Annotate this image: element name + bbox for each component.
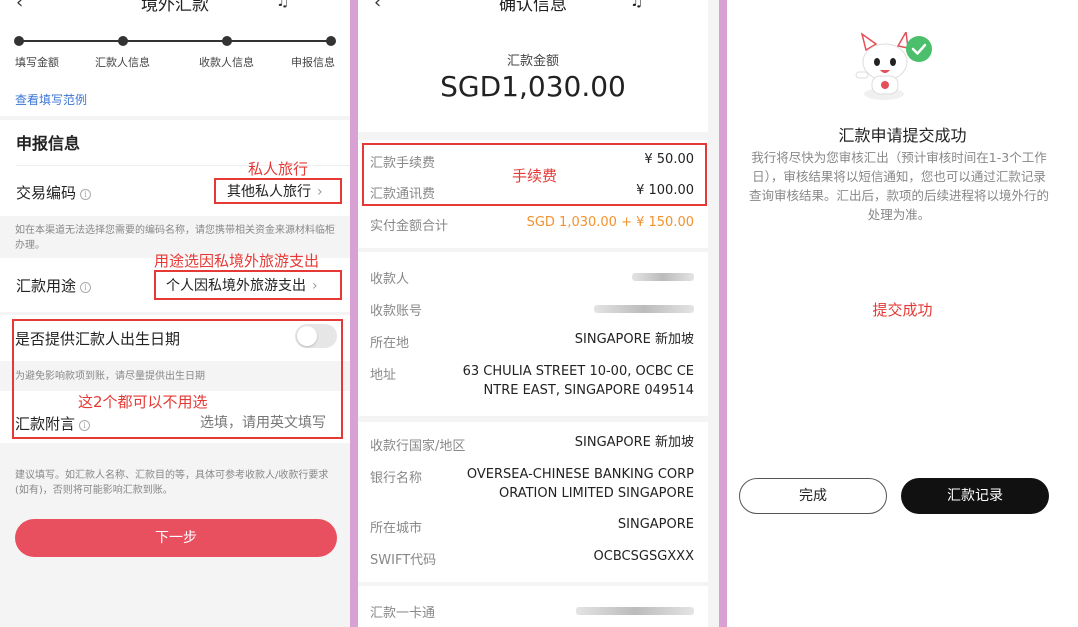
example-bar: 查看填写范例 xyxy=(0,86,350,116)
remark-input[interactable]: 选填，请用英文填写 xyxy=(200,412,326,432)
account-label: 收款账号 xyxy=(370,304,423,319)
bank-country-label: 收款行国家/地区 xyxy=(370,439,466,454)
trade-code-value: 其他私人旅行 xyxy=(227,184,311,200)
more-icon[interactable]: ··· xyxy=(668,0,685,9)
next-button[interactable]: 下一步 xyxy=(15,519,337,557)
progress-steps: 填写金额 汇款人信息 收款人信息 申报信息 xyxy=(0,16,350,86)
info-icon[interactable]: i xyxy=(80,189,92,200)
confirm-screen: ‹ 确认信息 ♫ ··· 汇款金额 SGD1,030.00 汇款手续费 ¥ 50… xyxy=(358,0,719,627)
card-number-card: 汇款一卡通 xyxy=(358,586,708,627)
trade-code-label: 交易编码 i xyxy=(16,182,92,203)
amount-label: 汇款金额 xyxy=(506,54,559,69)
birthdate-hint: 为避免影响款项到账，请尽量提供出生日期 xyxy=(15,371,205,382)
birthdate-toggle[interactable] xyxy=(295,324,337,348)
separator xyxy=(350,0,358,627)
page-title: 确认信息 xyxy=(499,0,567,15)
annotation-purpose: 用途选因私境外旅游支出 xyxy=(154,252,320,270)
more-icon[interactable]: ··· xyxy=(314,0,334,9)
step-label: 申报信息 xyxy=(291,56,335,69)
trade-hint: 如在本渠道无法选择您需要的编码名称，请您携带相关资金来源材料临柜办理。 xyxy=(15,225,335,251)
annotation-private-travel: 私人旅行 xyxy=(248,160,309,178)
city-value: SINGAPORE xyxy=(617,517,694,532)
total-label: 实付金额合计 xyxy=(370,219,449,234)
address-line2: NTRE EAST, SINGAPORE 049514 xyxy=(483,383,694,398)
bank-card: 收款行国家/地区 SINGAPORE 新加坡 银行名称 OVERSEA-CHIN… xyxy=(358,422,708,582)
chevron-right-icon: › xyxy=(317,184,323,200)
section-title: 申报信息 xyxy=(16,134,81,153)
success-title: 汇款申请提交成功 xyxy=(838,126,967,145)
address-label: 地址 xyxy=(370,368,397,383)
info-icon[interactable]: i xyxy=(80,282,92,293)
remark-label-text: 汇款附言 xyxy=(15,415,76,433)
card-label: 汇款一卡通 xyxy=(370,606,436,621)
total-value: SGD 1,030.00 + ¥ 150.00 xyxy=(526,215,694,230)
redacted-text xyxy=(576,607,694,615)
amount-card: 汇款金额 SGD1,030.00 xyxy=(358,22,708,132)
info-icon[interactable]: i xyxy=(79,420,91,431)
chevron-right-icon: › xyxy=(312,278,318,294)
trade-code-label-text: 交易编码 xyxy=(16,184,77,202)
step-dot xyxy=(222,36,232,46)
remittance-record-button[interactable]: 汇款记录 xyxy=(901,478,1049,514)
declaration-screen: ‹ 境外汇款 ♫ ··· 填写金额 汇款人信息 收款人信息 申报信息 查看填写范… xyxy=(0,0,350,627)
nav-bar: ‹ 确认信息 ♫ ··· xyxy=(358,0,708,22)
headset-icon[interactable]: ♫ xyxy=(276,0,289,10)
separator xyxy=(719,0,727,627)
success-screen: 汇款申请提交成功 我行将尽快为您审核汇出（预计审核时间在1-3个工作日），审核结… xyxy=(727,0,1078,627)
swift-value: OCBCSGSGXXX xyxy=(593,549,694,564)
step-label: 汇款人信息 xyxy=(95,56,150,69)
done-button[interactable]: 完成 xyxy=(739,478,887,514)
check-badge-icon xyxy=(906,36,932,62)
step-label: 填写金额 xyxy=(15,56,59,69)
redacted-text xyxy=(632,273,694,281)
purpose-select[interactable]: 个人因私境外旅游支出 › xyxy=(166,275,318,295)
step-dot xyxy=(118,36,128,46)
bank-country-value: SINGAPORE 新加坡 xyxy=(574,435,694,450)
payee-card: 收款人 收款账号 所在地 SINGAPORE 新加坡 地址 63 CHULIA … xyxy=(358,252,708,416)
purpose-label: 汇款用途 i xyxy=(16,275,92,296)
page-title: 境外汇款 xyxy=(141,0,209,15)
remark-label: 汇款附言 i xyxy=(15,413,91,434)
swift-label: SWIFT代码 xyxy=(370,553,437,568)
amount-value: SGD1,030.00 xyxy=(440,70,626,103)
address-line1: 63 CHULIA STREET 10-00, OCBC CE xyxy=(462,364,694,379)
annotation-fee: 手续费 xyxy=(512,167,558,185)
purpose-value: 个人因私境外旅游支出 xyxy=(166,278,306,294)
annotation-success: 提交成功 xyxy=(872,301,933,319)
location-value: SINGAPORE 新加坡 xyxy=(574,332,694,347)
step-label: 收款人信息 xyxy=(199,56,254,69)
redacted-text xyxy=(594,305,694,313)
success-description: 我行将尽快为您审核汇出（预计审核时间在1-3个工作日），审核结果将以短信通知，您… xyxy=(749,150,1050,222)
payee-label: 收款人 xyxy=(370,272,410,287)
step-dot xyxy=(14,36,24,46)
bank-name-line1: OVERSEA-CHINESE BANKING CORP xyxy=(466,467,694,482)
headset-icon[interactable]: ♫ xyxy=(630,0,643,10)
toggle-knob xyxy=(297,326,317,346)
trade-code-select[interactable]: 其他私人旅行 › xyxy=(227,181,323,201)
progress-line xyxy=(19,40,333,42)
bank-name-line2: ORATION LIMITED SINGAPORE xyxy=(498,486,694,501)
annotation-optional: 这2个都可以不用选 xyxy=(78,393,208,411)
step-dot xyxy=(326,36,336,46)
bottom-hint: 建议填写。如汇款人名称、汇款目的等，具体可参考收款人/收款行要求(如有)，否则将… xyxy=(15,470,329,496)
purpose-label-text: 汇款用途 xyxy=(16,277,77,295)
bank-name-label: 银行名称 xyxy=(370,471,423,486)
view-example-link[interactable]: 查看填写范例 xyxy=(15,91,87,108)
card-value-redacted xyxy=(576,602,694,621)
screenshot-collage: ‹ 境外汇款 ♫ ··· 填写金额 汇款人信息 收款人信息 申报信息 查看填写范… xyxy=(0,0,1078,627)
city-label: 所在城市 xyxy=(370,521,423,536)
payee-value-redacted xyxy=(632,268,694,287)
nav-bar: ‹ 境外汇款 ♫ ··· xyxy=(0,0,350,16)
location-label: 所在地 xyxy=(370,336,410,351)
account-value-redacted xyxy=(594,300,694,319)
birthdate-label: 是否提供汇款人出生日期 xyxy=(15,330,181,348)
